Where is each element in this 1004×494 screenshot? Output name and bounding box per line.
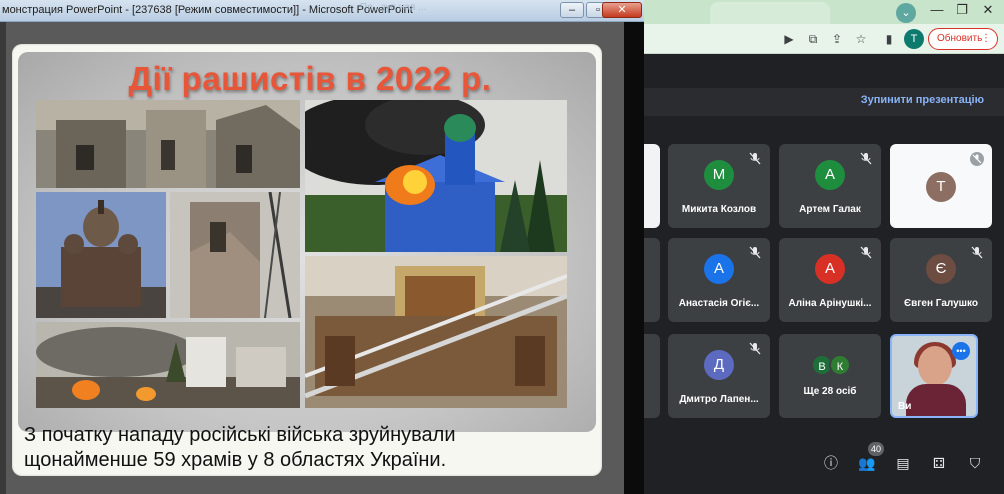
slide-caption-line1: З початку нападу російські війська зруйн… [24,424,456,446]
star-icon[interactable]: ☆ [852,30,870,48]
avatar: А [815,254,845,284]
photo-destroyed-village [36,322,300,408]
stop-presenting-button[interactable]: Зупинити презентацію [861,94,984,106]
people-count-badge: 40 [868,442,884,456]
participant-name: Микита Козлов [681,204,757,215]
photo-ruined-church [36,100,300,188]
avatar: А [704,254,734,284]
update-label: Обновить [937,33,983,44]
mic-off-icon [860,152,872,165]
camera-icon[interactable]: ▶ [780,30,798,48]
close-icon[interactable]: ✕ [976,0,1000,20]
mic-off-icon [749,246,761,259]
chrome-toolbar: ▶ ⧉ ⇪ ☆ ▮ T Обновить ⋮ [620,24,1004,54]
photo-burning-church [305,100,567,252]
presentation-bar: Зупинити презентацію [620,88,1004,116]
share-icon[interactable]: ⇪ [828,30,846,48]
mic-off-icon [749,342,761,355]
window-divider [624,22,644,494]
self-view-tile[interactable]: ••• Ви [890,334,978,418]
participant-tile[interactable]: Є Євген Галушко [890,238,992,322]
photo-church-interior [305,256,567,408]
powerpoint-window: монстрация PowerPoint - [237638 [Режим с… [0,0,644,494]
more-participants-label: Ще 28 осіб [803,386,857,397]
participant-name: Артем Галак [799,204,861,215]
avatar: Д [704,350,734,380]
activities-icon[interactable]: ⚃ [928,452,950,474]
update-button[interactable]: Обновить ⋮ [928,28,998,50]
avatar: К [829,354,851,376]
minimize-button[interactable]: – [560,2,584,18]
participant-name: Євген Галушко [903,298,978,309]
participant-name: Анастасія Огіє... [678,298,760,309]
profile-avatar[interactable]: T [904,29,924,49]
participant-tile[interactable]: Т [890,144,992,228]
participant-tile[interactable]: Д Дмитро Лапен... [668,334,770,418]
chevron-down-icon[interactable]: ⌄ [896,3,916,23]
avatar: Є [926,254,956,284]
participant-tile[interactable]: А Артем Галак [779,144,881,228]
self-name: Ви [898,401,912,412]
participant-name: Аліна Арінушкі... [788,298,872,309]
mic-off-icon [749,152,761,165]
avatar: Т [926,172,956,202]
participant-tile[interactable]: А Аліна Арінушкі... [779,238,881,322]
photo-damaged-tower [170,192,300,318]
mic-off-icon [970,152,984,166]
translate-icon[interactable]: ⧉ [804,30,822,48]
mic-off-icon [971,246,983,259]
self-video-face [918,346,952,386]
slide-title: Дії рашистів в 2022 р. [128,60,492,97]
maximize-icon[interactable]: ❐ [950,0,974,20]
host-controls-icon[interactable]: ⛉ [964,452,986,474]
chrome-tab[interactable] [710,2,830,24]
chrome-window: ⌄ — ❐ ✕ ▶ ⧉ ⇪ ☆ ▮ T Обновить ⋮ Зупинити … [620,0,1004,494]
more-icon: ⋮ [981,33,991,44]
photo-burned-domes [36,192,166,318]
speaking-indicator-icon: ••• [952,342,970,360]
more-participants-tile[interactable]: В К Ще 28 осіб [779,334,881,418]
minimize-icon[interactable]: — [925,0,949,20]
avatar: А [815,160,845,190]
powerpoint-titlebar: монстрация PowerPoint - [237638 [Режим с… [0,0,644,22]
self-video-body [906,384,966,416]
avatar: М [704,160,734,190]
participant-tile[interactable]: А Анастасія Огіє... [668,238,770,322]
participant-tile[interactable]: М Микита Козлов [668,144,770,228]
chrome-tab-bar: ⌄ — ❐ ✕ [620,0,1004,24]
slide-caption-line2: щонайменше 59 храмів у 8 областях Україн… [24,449,447,471]
mic-off-icon [860,246,872,259]
background-tab-ghost: Пе...зуп ная ... [360,2,427,13]
screen: ⌄ — ❐ ✕ ▶ ⧉ ⇪ ☆ ▮ T Обновить ⋮ Зупинити … [0,0,1004,494]
chat-icon[interactable]: ▤ [892,452,914,474]
close-button[interactable]: ✕ [602,2,642,18]
participant-name: Дмитро Лапен... [679,394,759,405]
window-title: монстрация PowerPoint - [237638 [Режим с… [2,4,413,16]
info-icon[interactable]: ⓘ [820,452,842,474]
side-panel-icon[interactable]: ▮ [880,30,898,48]
